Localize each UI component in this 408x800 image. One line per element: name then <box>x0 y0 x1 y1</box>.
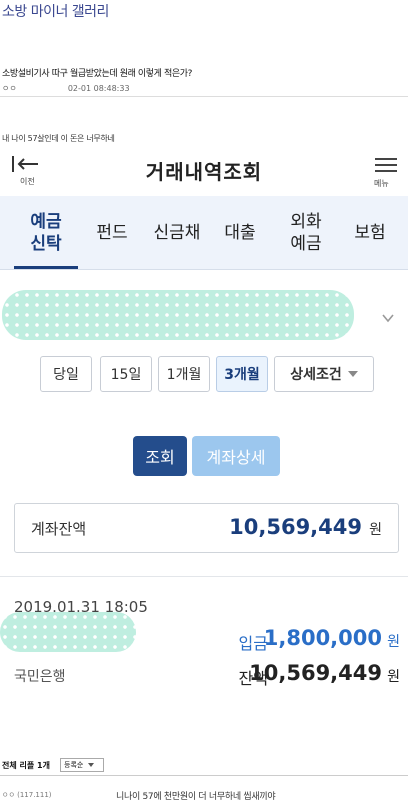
section-divider <box>0 576 408 577</box>
post-datetime: 02-01 08:48:33 <box>67 84 130 93</box>
gallery-title[interactable]: 소방 마이너 갤러리 <box>2 1 109 21</box>
depositor-name-redacted <box>0 612 136 652</box>
post-divider <box>0 96 408 97</box>
menu-label: 메뉴 <box>374 179 389 188</box>
transaction-balance-amount: 10,569,449 <box>249 661 382 685</box>
comment-count: 전체 리플 1개 <box>2 761 50 770</box>
action-buttons: 조회 계좌상세 <box>0 436 408 476</box>
period-15days-button[interactable]: 15일 <box>100 356 152 392</box>
detail-filter-button[interactable]: 상세조건 <box>274 356 374 392</box>
page: 소방 마이너 갤러리 소방설비기사 따구 월급받았는데 원래 이렇게 적은가? … <box>0 0 408 800</box>
tab-foreign-deposit[interactable]: 외화 예금 <box>274 196 338 270</box>
period-1month-button[interactable]: 1개월 <box>158 356 210 392</box>
caret-down-icon <box>88 763 95 767</box>
tab-fund[interactable]: 펀드 <box>84 196 140 270</box>
detail-filter-label: 상세조건 <box>290 367 342 383</box>
bank-screenshot: 이전 거래내역조회 메뉴 예금 신탁 펀드 신금채 대출 외화 예금 보험 당일 <box>0 148 408 742</box>
account-selector-redacted[interactable] <box>2 290 354 340</box>
period-today-button[interactable]: 당일 <box>40 356 92 392</box>
tab-loan[interactable]: 대출 <box>214 196 266 270</box>
comment-text: 니나이 57에 천만원이 더 너무하네 씹새끼야 <box>116 792 276 800</box>
post-author[interactable]: ㅇㅇ <box>2 84 17 93</box>
transaction-bank: 국민은행 <box>14 669 66 685</box>
comment-header: 전체 리플 1개 등록순 <box>0 756 408 776</box>
post-meta: ㅇㅇ 02-01 08:48:33 <box>2 83 130 94</box>
caret-down-icon <box>347 371 358 377</box>
chevron-down-icon[interactable] <box>382 312 394 324</box>
tab-deposit-trust[interactable]: 예금 신탁 <box>14 196 78 270</box>
account-balance-card: 계좌잔액 10,569,449 원 <box>14 503 399 553</box>
tab-insurance[interactable]: 보험 <box>342 196 398 270</box>
hamburger-icon <box>375 158 397 160</box>
menu-button[interactable]: 메뉴 <box>372 154 402 188</box>
app-header: 이전 거래내역조회 메뉴 <box>0 148 408 194</box>
period-3months-button[interactable]: 3개월 <box>216 356 268 392</box>
account-detail-button[interactable]: 계좌상세 <box>192 436 280 476</box>
transaction-amount-unit: 원 <box>387 634 400 650</box>
balance-unit: 원 <box>369 522 382 538</box>
active-tab-indicator <box>14 266 78 269</box>
app-title: 거래내역조회 <box>145 160 263 184</box>
transaction-amount: 1,800,000 <box>263 626 382 650</box>
post-body: 내 나이 57살인데 이 돈은 너무하네 <box>2 134 115 143</box>
product-tabs: 예금 신탁 펀드 신금채 대출 외화 예금 보험 <box>0 196 408 270</box>
sort-option: 등록순 <box>64 761 84 769</box>
search-button[interactable]: 조회 <box>133 436 187 476</box>
comment-sort-select[interactable]: 등록순 <box>60 758 104 772</box>
tab-bank-debenture[interactable]: 신금채 <box>146 196 208 270</box>
balance-amount: 10,569,449 <box>229 515 362 539</box>
period-filter: 당일 15일 1개월 3개월 상세조건 <box>0 356 408 392</box>
transaction-balance-unit: 원 <box>387 669 400 685</box>
comment-item: ㅇㅇ (117.111) 니나이 57에 천만원이 더 너무하네 씹새끼야 <box>0 788 408 800</box>
post-title: 소방설비기사 따구 월급받았는데 원래 이렇게 적은가? <box>2 69 193 79</box>
balance-label: 계좌잔액 <box>31 520 87 538</box>
comment-user[interactable]: ㅇㅇ (117.111) <box>2 790 52 800</box>
